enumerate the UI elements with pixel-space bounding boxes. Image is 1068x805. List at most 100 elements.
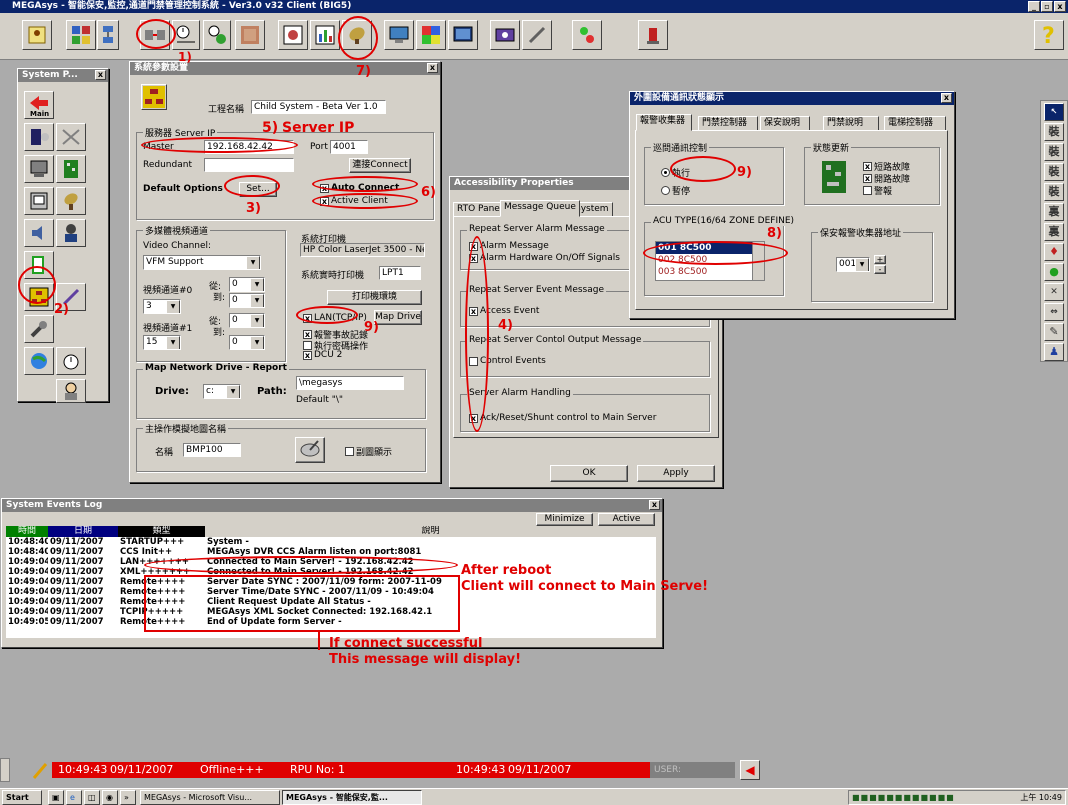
monitor-icon[interactable] — [384, 20, 414, 50]
satellite-browse-icon[interactable] — [295, 437, 325, 463]
status-scroll[interactable] — [0, 758, 10, 782]
dish-icon[interactable] — [56, 187, 86, 215]
minimize-log-button[interactable]: Minimize — [536, 513, 593, 526]
col-time[interactable]: 時間 — [6, 526, 48, 537]
col-desc[interactable]: 說明 — [205, 526, 656, 537]
back-arrow-icon[interactable]: ◀ — [740, 760, 760, 780]
print-env-button[interactable]: 打印機環境 — [327, 290, 422, 305]
tools-icon[interactable] — [522, 20, 552, 50]
redundant-input[interactable] — [204, 158, 294, 172]
close-icon[interactable]: x — [941, 93, 952, 103]
board-icon[interactable] — [56, 155, 86, 183]
speaker-icon[interactable] — [24, 219, 54, 247]
panel-icon[interactable] — [24, 187, 54, 215]
globe-icon[interactable] — [24, 347, 54, 375]
close-icon[interactable]: x — [427, 63, 438, 73]
start-button[interactable]: Start — [2, 790, 42, 805]
apply-button[interactable]: Apply — [637, 465, 715, 482]
taskbar-item-megasys[interactable]: MEGAsys - 智能保安,監... — [282, 790, 422, 805]
display-icon[interactable] — [416, 20, 446, 50]
alarm-hardware-checkbox[interactable]: x Alarm Hardware On/Off Signals — [469, 253, 620, 263]
user-icon[interactable] — [22, 20, 52, 50]
tab-door-desc[interactable]: 門禁說明 — [823, 116, 879, 131]
tab-alarm-collector[interactable]: 報警收集器 — [636, 114, 692, 131]
project-name-input[interactable]: Child System - Beta Ver 1.0 — [251, 100, 386, 114]
address-down-button[interactable]: - — [874, 265, 886, 274]
pointer-icon[interactable]: ↖ — [1044, 103, 1064, 121]
folder-icon[interactable]: ◫ — [84, 790, 100, 805]
more-icon[interactable]: » — [120, 790, 136, 805]
close-icon[interactable]: x — [649, 500, 660, 510]
clock-icon[interactable] — [172, 20, 200, 50]
address-up-button[interactable]: + — [874, 255, 886, 264]
wrench-icon[interactable] — [24, 315, 54, 343]
video-icon[interactable] — [490, 20, 520, 50]
media-icon[interactable]: ◉ — [102, 790, 118, 805]
realtime-printer-input[interactable]: LPT1 — [379, 266, 421, 280]
ack-reset-checkbox[interactable]: x Ack/Reset/Shunt control to Main Server — [469, 413, 656, 423]
channel0-select[interactable]: 3 — [143, 299, 181, 314]
sidebar-arrows-icon[interactable]: ⇔ — [1044, 303, 1064, 321]
sidebar-user-icon[interactable]: ♟ — [1044, 343, 1064, 361]
col-type[interactable]: 類型 — [118, 526, 205, 537]
sidebar-zoom-icon[interactable]: ✕ — [1044, 283, 1064, 301]
col-date[interactable]: 日期 — [48, 526, 118, 537]
screen-icon[interactable] — [448, 20, 478, 50]
pause-radio[interactable]: 暫停 — [661, 184, 690, 197]
video-channel-select[interactable]: VFM Support — [143, 255, 261, 270]
dcu2-checkbox[interactable]: x DCU 2 — [303, 350, 342, 360]
sidebar-item-6[interactable]: 裏 — [1044, 223, 1064, 241]
restore-button[interactable]: ▫ — [1041, 1, 1053, 12]
toggle-icon[interactable] — [572, 20, 602, 50]
connect-button[interactable]: 連接Connect — [349, 158, 411, 173]
main-menu-button[interactable]: Main — [24, 91, 54, 119]
active-log-button[interactable]: Active — [598, 513, 655, 526]
to0-select[interactable]: 0 — [229, 293, 265, 308]
channel1-select[interactable]: 15 — [143, 335, 181, 350]
guard-icon[interactable] — [56, 219, 86, 247]
close-icon[interactable]: x — [95, 70, 106, 80]
port-input[interactable]: 4001 — [330, 140, 368, 154]
schedule-icon[interactable] — [203, 20, 231, 50]
drive-select[interactable]: c: — [203, 384, 241, 399]
tab-message-queue[interactable]: Message Queue — [500, 200, 580, 217]
agent-icon[interactable] — [56, 379, 86, 403]
pc-icon[interactable] — [24, 155, 54, 183]
help-icon[interactable]: ? — [1034, 20, 1064, 50]
layout-icon[interactable] — [66, 20, 96, 50]
desktop-icon[interactable]: ▣ — [48, 790, 64, 805]
sidebar-item-5[interactable]: 裏 — [1044, 203, 1064, 221]
chart-icon[interactable] — [310, 20, 340, 50]
network-icon[interactable] — [97, 20, 119, 50]
tab-security-desc[interactable]: 保安說明 — [760, 116, 810, 131]
sub-display-checkbox[interactable]: 副圖顯示 — [345, 445, 392, 458]
from0-select[interactable]: 0 — [229, 277, 265, 292]
sidebar-item-1[interactable]: 裝 — [1044, 123, 1064, 141]
taskbar-item-visual[interactable]: MEGAsys - Microsoft Visu... — [140, 790, 280, 805]
to1-select[interactable]: 0 — [229, 335, 265, 350]
path-input[interactable]: \megasys — [296, 376, 404, 390]
tab-elevator-controller[interactable]: 電梯控制器 — [884, 116, 946, 131]
door-icon[interactable] — [24, 123, 54, 151]
sidebar-item-2[interactable]: 裝 — [1044, 143, 1064, 161]
sidebar-status-icon[interactable]: ● — [1044, 263, 1064, 281]
sidebar-item-3[interactable]: 裝 — [1044, 163, 1064, 181]
sidebar-alarm-icon[interactable]: ♦ — [1044, 243, 1064, 261]
map-drive-button[interactable]: Map Drive — [374, 310, 422, 325]
ie-icon[interactable]: e — [66, 790, 82, 805]
map-name-input[interactable]: BMP100 — [183, 443, 241, 457]
address-select[interactable]: 001 — [836, 257, 870, 272]
tab-rto-panel[interactable]: RTO Panel — [453, 202, 507, 217]
report-icon[interactable] — [278, 20, 308, 50]
alarm-icon[interactable] — [638, 20, 668, 50]
ok-button[interactable]: OK — [550, 465, 628, 482]
map-icon[interactable] — [235, 20, 265, 50]
link-icon[interactable] — [56, 123, 86, 151]
minimize-button[interactable]: _ — [1028, 1, 1040, 12]
alarm-checkbox[interactable]: 警報 — [863, 184, 892, 197]
from1-select[interactable]: 0 — [229, 313, 265, 328]
alarm-clock-icon[interactable] — [56, 347, 86, 375]
close-button[interactable]: x — [1054, 1, 1066, 12]
sidebar-item-4[interactable]: 裝 — [1044, 183, 1064, 201]
tab-door-controller[interactable]: 門禁控制器 — [698, 116, 758, 131]
